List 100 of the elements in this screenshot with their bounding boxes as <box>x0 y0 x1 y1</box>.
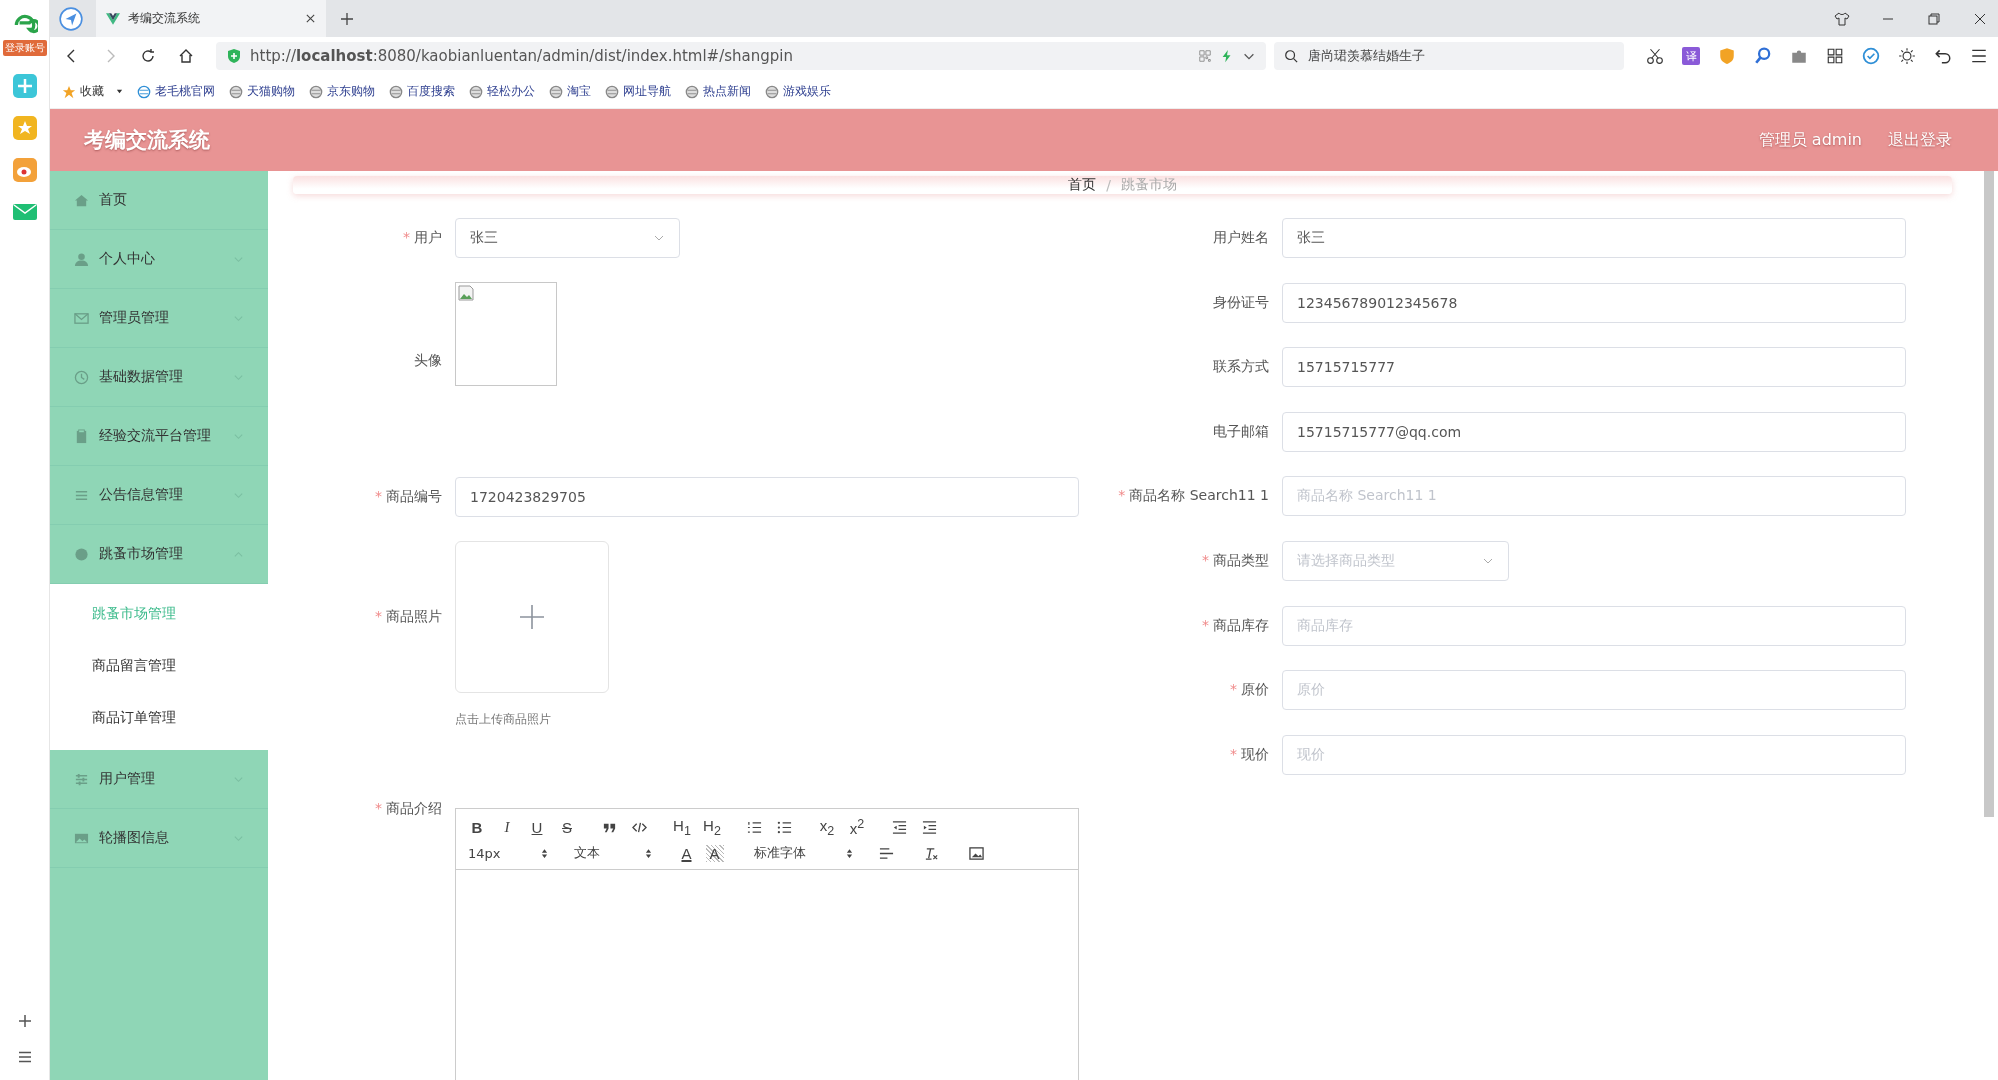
globe-icon <box>389 84 403 99</box>
bookmark-link[interactable]: 京东购物 <box>309 83 375 100</box>
field-label: * 用户 <box>402 229 443 247</box>
star-app-icon[interactable] <box>12 116 37 140</box>
search-icon <box>1284 49 1298 63</box>
format-button[interactable]: A <box>677 844 696 862</box>
ordered-list-icon[interactable] <box>747 819 762 835</box>
format-select[interactable]: 14px <box>468 845 548 861</box>
address-field[interactable]: http://localhost:8080/kaobianluentan/admin/dist/index.html#/shangpin <box>216 42 1266 70</box>
field-label: * 商品类型 <box>1201 551 1270 570</box>
field-label: 联系方式 <box>1212 358 1270 377</box>
bookmark-link[interactable]: 热点新闻 <box>685 83 751 100</box>
image-icon[interactable] <box>968 845 984 861</box>
browser-tab[interactable]: 考编交流系统 <box>96 0 326 37</box>
restore-icon[interactable] <box>1926 10 1942 27</box>
field-label: * 商品库存 <box>1201 616 1270 635</box>
scissors-icon[interactable] <box>1646 47 1664 65</box>
caret-icon <box>116 88 123 95</box>
plus-icon <box>518 603 546 631</box>
submenu-item[interactable]: 商品留言管理 <box>50 640 268 692</box>
shirt-icon[interactable] <box>1834 10 1850 27</box>
input-field[interactable]: 15715715777@qq.com <box>1282 411 1906 452</box>
field-label: * 商品介绍 <box>374 800 443 818</box>
format-select[interactable]: 文本 <box>573 844 652 862</box>
bookmark-link[interactable]: 百度搜索 <box>389 83 455 100</box>
field-label: * 商品编号 <box>374 488 443 506</box>
sidebar-menu-item[interactable]: 首页 <box>50 171 268 230</box>
globe-icon <box>549 84 563 99</box>
input-field[interactable]: 15715715777 <box>1282 347 1906 388</box>
globe-icon <box>469 84 483 99</box>
clear-format-icon[interactable] <box>923 845 939 861</box>
indent-icon[interactable] <box>922 819 937 835</box>
sidebar-menu-item[interactable]: 轮播图信息 <box>50 809 268 868</box>
clock-icon <box>74 369 89 385</box>
sidebar-menu-item[interactable]: 个人中心 <box>50 230 268 289</box>
format-button[interactable]: x$_{2}$ <box>818 816 836 838</box>
tab-title: 考编交流系统 <box>128 10 201 27</box>
user-select[interactable]: 张三 <box>455 218 680 258</box>
scrollbar-thumb[interactable] <box>1984 171 1994 817</box>
star-icon <box>62 84 76 99</box>
home-icon[interactable] <box>178 48 194 64</box>
navigation-icon[interactable] <box>58 5 84 32</box>
globe-icon <box>605 84 619 99</box>
clipboard-icon <box>74 428 89 444</box>
field-label: 电子邮箱 <box>1212 422 1270 441</box>
sun-icon[interactable] <box>1898 47 1916 65</box>
grid-icon[interactable] <box>1826 47 1844 65</box>
new-tab-icon[interactable] <box>340 11 354 26</box>
format-button[interactable]: H$_{2}$ <box>703 816 721 838</box>
format-button[interactable]: U <box>528 818 546 836</box>
bookmark-link[interactable]: 网址导航 <box>605 83 671 100</box>
format-button[interactable]: S <box>558 818 576 836</box>
outdent-icon[interactable] <box>892 819 907 835</box>
menu-icon[interactable] <box>1970 47 1988 65</box>
up-down-arrows-icon <box>845 847 853 859</box>
bookmark-link[interactable]: 轻松办公 <box>469 83 535 100</box>
favorites-button[interactable]: 收藏 <box>62 83 123 100</box>
field-label: * 商品照片 <box>374 608 443 626</box>
magnifier-icon[interactable] <box>1754 47 1772 65</box>
bullet-list-icon[interactable] <box>777 819 792 835</box>
sidebar-menu-item[interactable]: 经验交流平台管理 <box>50 407 268 466</box>
bookmark-link[interactable]: 老毛桃官网 <box>137 83 215 100</box>
bookmark-link[interactable]: 游戏娱乐 <box>765 83 831 100</box>
user-icon <box>74 251 89 267</box>
up-down-arrows-icon <box>644 847 652 859</box>
field-label: 头像 <box>413 352 443 370</box>
app-title: 考编交流系统 <box>84 127 210 154</box>
home-icon <box>74 192 89 208</box>
sidebar-menu-item[interactable]: 公告信息管理 <box>50 466 268 525</box>
up-down-arrows-icon <box>540 847 548 859</box>
globe-icon <box>137 84 151 99</box>
bookmark-link[interactable]: 淘宝 <box>549 83 591 100</box>
bookmark-link[interactable]: 天猫购物 <box>229 83 295 100</box>
undo-icon[interactable] <box>1934 47 1952 65</box>
sidebar-menu-item[interactable]: 用户管理 <box>50 750 268 809</box>
field-label: * 商品名称 Search11 1 <box>1117 487 1270 506</box>
globe-icon <box>309 84 323 99</box>
submenu-item[interactable]: 商品订单管理 <box>50 692 268 744</box>
align-left-icon[interactable] <box>878 845 894 861</box>
format-button[interactable]: A <box>705 844 724 862</box>
format-select[interactable]: 标准字体 <box>753 844 853 862</box>
input-field[interactable]: 张三 <box>1282 218 1906 258</box>
breadcrumb-link[interactable]: 首页 <box>1068 176 1097 194</box>
format-button[interactable]: I <box>498 818 516 836</box>
translate-button[interactable]: 译 <box>1682 47 1700 65</box>
format-button[interactable]: H$_{1}$ <box>673 816 691 838</box>
browser-search-field[interactable]: 唐尚珺羡慕结婚生子 <box>1274 42 1624 70</box>
input-field[interactable]: 1720423829705 <box>455 477 1079 517</box>
circle-icon <box>74 546 89 562</box>
field-label: * 原价 <box>1229 681 1270 700</box>
sidebar-menu-item[interactable]: 管理员管理 <box>50 289 268 348</box>
reload-icon[interactable] <box>140 48 156 64</box>
input-field[interactable]: 123456789012345678 <box>1282 282 1906 323</box>
sidebar-menu-item[interactable]: 基础数据管理 <box>50 348 268 407</box>
format-button[interactable]: x$^{2}$ <box>848 817 866 837</box>
close-icon[interactable] <box>305 13 316 24</box>
vue-logo-icon <box>106 12 120 25</box>
rich-text-editor[interactable]: B I U S H$_{1}$ H$_{2}$ x$_{2}$ x$^{2}$ 14px 文本 A A 标准字体 <box>455 808 1079 1080</box>
format-button[interactable]: B <box>468 818 486 836</box>
envelope-icon <box>74 310 89 326</box>
